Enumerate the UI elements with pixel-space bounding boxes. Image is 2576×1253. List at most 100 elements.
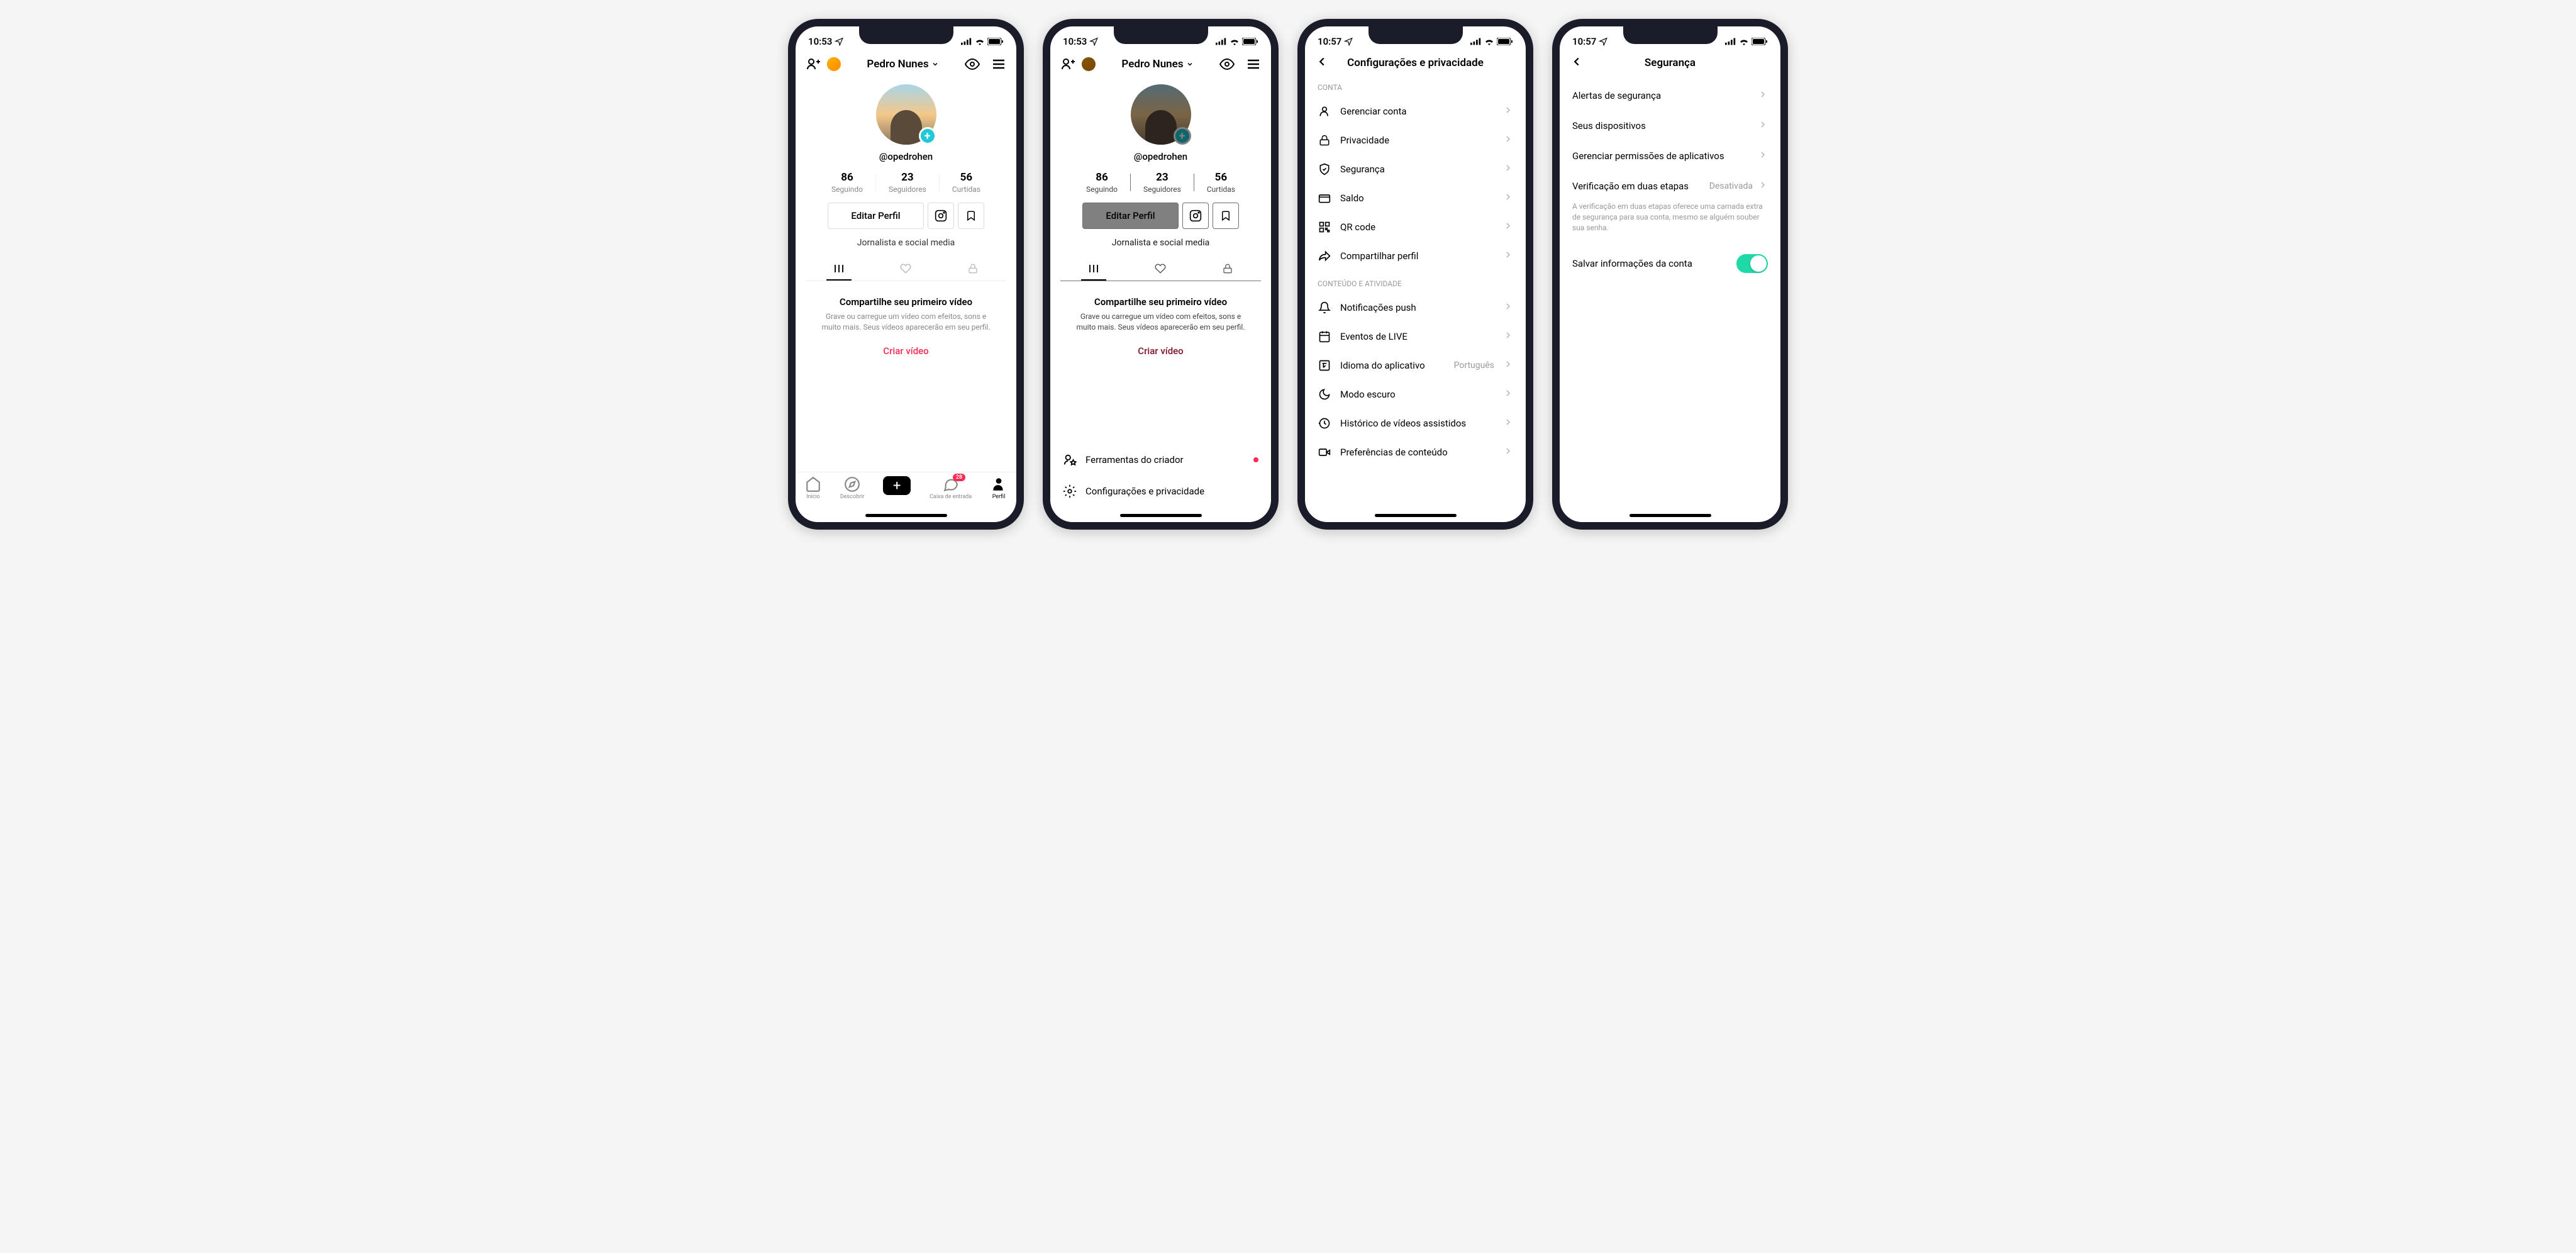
wifi-icon xyxy=(1484,38,1494,45)
item-balance[interactable]: Saldo xyxy=(1305,184,1526,213)
signal-icon xyxy=(1470,38,1482,45)
security-header: Segurança xyxy=(1560,52,1780,74)
home-indicator xyxy=(1120,514,1202,517)
gear-icon xyxy=(1063,484,1077,498)
phone-profile-sheet: 10:53 Pedro Nunes + @opedrohen xyxy=(1043,19,1279,530)
item-privacy[interactable]: Privacidade xyxy=(1305,126,1526,155)
shield-icon xyxy=(1318,163,1331,175)
chevron-right-icon xyxy=(1758,120,1768,130)
battery-icon xyxy=(987,38,1004,45)
followers-stat[interactable]: 23 Seguidores xyxy=(876,171,939,194)
video-icon xyxy=(1318,446,1331,459)
item-app-permissions[interactable]: Gerenciar permissões de aplicativos xyxy=(1560,141,1780,171)
calendar-icon xyxy=(1318,330,1331,343)
home-indicator xyxy=(1629,514,1711,517)
chevron-left-icon xyxy=(1315,55,1329,69)
language-icon xyxy=(1318,359,1331,372)
item-save-info: Salvar informações da conta xyxy=(1560,245,1780,282)
item-share-profile[interactable]: Compartilhar perfil xyxy=(1305,242,1526,270)
sheet-creator-tools[interactable]: Ferramentas do criador xyxy=(1050,444,1271,476)
nav-profile[interactable]: Perfil xyxy=(991,476,1007,500)
home-indicator xyxy=(865,514,947,517)
chevron-right-icon xyxy=(1503,163,1513,173)
nav-home[interactable]: Início xyxy=(805,476,821,500)
settings-header: Configurações e privacidade xyxy=(1305,52,1526,74)
settings-list-content: Notificações push Eventos de LIVE Idioma… xyxy=(1305,293,1526,467)
nav-discover[interactable]: Descobrir xyxy=(840,476,865,500)
tab-posts[interactable] xyxy=(806,257,872,281)
tab-private[interactable] xyxy=(940,257,1006,281)
back-button[interactable] xyxy=(1570,55,1584,71)
views-button[interactable] xyxy=(965,57,980,72)
nav-create[interactable]: + xyxy=(883,476,911,495)
add-avatar-icon[interactable]: + xyxy=(919,127,936,145)
chevron-right-icon xyxy=(1503,330,1513,340)
item-watch-history[interactable]: Histórico de vídeos assistidos xyxy=(1305,409,1526,438)
bell-icon xyxy=(1318,301,1331,314)
chevron-right-icon xyxy=(1503,301,1513,311)
signal-icon xyxy=(1725,38,1736,45)
chevron-right-icon xyxy=(1503,105,1513,115)
location-icon xyxy=(835,37,843,46)
menu-button[interactable] xyxy=(991,57,1006,72)
bottom-sheet: Ferramentas do criador Configurações e p… xyxy=(1050,439,1271,522)
wallet-icon xyxy=(1318,192,1331,204)
create-video-link[interactable]: Criar vídeo xyxy=(818,345,994,357)
person-icon xyxy=(1318,105,1331,118)
grid-icon xyxy=(833,263,845,274)
status-time: 10:57 xyxy=(1318,36,1341,47)
moon-icon xyxy=(1318,388,1331,401)
item-security-alerts[interactable]: Alertas de segurança xyxy=(1560,81,1780,111)
chevron-right-icon xyxy=(1758,180,1768,190)
lock-icon xyxy=(968,263,978,274)
item-two-step[interactable]: Verificação em duas etapas Desativada xyxy=(1560,171,1780,201)
profile-name-dropdown[interactable]: Pedro Nunes xyxy=(867,58,938,70)
two-step-description: A verificação em duas etapas oferece uma… xyxy=(1560,201,1780,239)
back-button[interactable] xyxy=(1315,55,1329,71)
edit-profile-button[interactable]: Editar Perfil xyxy=(828,203,923,229)
sheet-settings-privacy[interactable]: Configurações e privacidade xyxy=(1050,476,1271,507)
notch xyxy=(859,26,953,44)
item-dark-mode[interactable]: Modo escuro xyxy=(1305,380,1526,409)
qr-icon xyxy=(1318,221,1331,233)
person-star-icon xyxy=(1063,453,1077,467)
status-time: 10:53 xyxy=(1063,36,1087,47)
item-content-prefs[interactable]: Preferências de conteúdo xyxy=(1305,438,1526,467)
chevron-right-icon xyxy=(1503,446,1513,456)
item-qr[interactable]: QR code xyxy=(1305,213,1526,242)
likes-stat[interactable]: 56 Curtidas xyxy=(940,171,993,194)
chevron-right-icon xyxy=(1503,134,1513,144)
page-title: Segurança xyxy=(1570,57,1770,69)
location-icon xyxy=(1089,37,1098,46)
following-stat[interactable]: 86 Seguindo xyxy=(819,171,875,194)
avatar[interactable]: + xyxy=(876,84,936,145)
save-info-toggle[interactable] xyxy=(1736,254,1768,273)
empty-desc: Grave ou carregue um vídeo com efeitos, … xyxy=(818,311,994,333)
location-icon xyxy=(1599,37,1607,46)
status-time: 10:57 xyxy=(1572,36,1596,47)
page-title: Configurações e privacidade xyxy=(1315,57,1516,69)
bio: Jornalista e social media xyxy=(857,238,955,248)
add-friend-button[interactable] xyxy=(806,57,821,72)
tab-liked[interactable] xyxy=(872,257,939,281)
battery-icon xyxy=(1752,38,1768,45)
nav-inbox[interactable]: 28 Caixa de entrada xyxy=(930,476,972,500)
add-friend-button xyxy=(1060,57,1075,72)
item-live-events[interactable]: Eventos de LIVE xyxy=(1305,322,1526,351)
phone-settings: 10:57 Configurações e privacidade CONTA … xyxy=(1297,19,1533,530)
item-push[interactable]: Notificações push xyxy=(1305,293,1526,322)
phone-profile: 10:53 Pedro Nunes xyxy=(788,19,1024,530)
coin-badge[interactable] xyxy=(827,57,841,71)
bookmark-button[interactable] xyxy=(958,203,984,229)
chevron-right-icon xyxy=(1503,359,1513,369)
profile-name: Pedro Nunes xyxy=(867,58,928,70)
item-your-devices[interactable]: Seus dispositivos xyxy=(1560,111,1780,141)
instagram-button[interactable] xyxy=(928,203,954,229)
chevron-down-icon xyxy=(931,60,939,68)
share-icon xyxy=(1318,250,1331,262)
item-manage-account[interactable]: Gerenciar conta xyxy=(1305,97,1526,126)
item-language[interactable]: Idioma do aplicativo Português xyxy=(1305,351,1526,380)
chevron-right-icon xyxy=(1503,388,1513,398)
item-security[interactable]: Segurança xyxy=(1305,155,1526,184)
phone-security: 10:57 Segurança Alertas de segurança Seu… xyxy=(1552,19,1788,530)
